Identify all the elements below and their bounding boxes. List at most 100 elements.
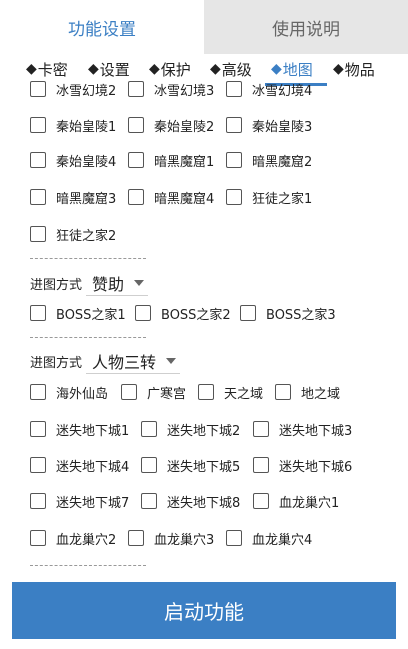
tab-function-settings[interactable]: 功能设置 [0,0,204,54]
map-label: 狂徒之家1 [252,191,313,207]
checkbox[interactable] [226,81,242,97]
checkbox[interactable] [275,384,291,400]
map-checkbox[interactable]: 迷失地下城1 [30,417,129,441]
subtab-settings[interactable]: ◆ 设置 [88,56,130,82]
subtab-label: 高级 [221,60,252,79]
map-label: 冰雪幻境2 [56,83,117,99]
checkbox[interactable] [30,384,46,400]
checkbox[interactable] [253,457,269,473]
diamond-icon: ◆ [333,61,344,77]
map-checkbox[interactable]: 迷失地下城8 [141,489,240,513]
map-checkbox[interactable]: 暗黑魔窟4 [128,185,214,209]
checkbox[interactable] [30,117,46,133]
map-checkbox[interactable]: 血龙巢穴2 [30,526,116,550]
map-checkbox[interactable]: 暗黑魔窟3 [30,185,116,209]
map-label: 迷失地下城6 [279,459,353,475]
dropdown-caret-icon [134,279,145,286]
map-checkbox[interactable]: 迷失地下城4 [30,453,129,477]
checkbox[interactable] [226,189,242,205]
map-checkbox[interactable]: 秦始皇陵4 [30,148,116,172]
section-divider [30,258,146,259]
subtab-label: 卡密 [37,60,68,79]
map-checkbox[interactable]: 迷失地下城2 [141,417,240,441]
checkbox[interactable] [30,152,46,168]
map-checkbox[interactable]: 秦始皇陵1 [30,113,116,137]
map-checkbox[interactable]: 狂徒之家2 [30,222,116,246]
map-label: BOSS之家3 [266,307,336,323]
boss-checkbox[interactable]: BOSS之家1 [30,301,126,325]
map-checkbox[interactable]: 冰雪幻境4 [226,80,312,101]
checkbox[interactable] [30,81,46,97]
checkbox[interactable] [30,226,46,242]
map-checkbox[interactable]: 暗黑魔窟1 [128,148,214,172]
checkbox[interactable] [121,384,137,400]
subtab-map[interactable]: ◆ 地图 [271,56,313,82]
map-checkbox[interactable]: 冰雪幻境2 [30,80,116,101]
map-label: 秦始皇陵1 [56,119,117,135]
map-label: 狂徒之家2 [56,228,117,244]
subtab-card-key[interactable]: ◆ 卡密 [26,56,68,82]
subtab-protect[interactable]: ◆ 保护 [149,56,191,82]
map-checkbox[interactable]: 迷失地下城5 [141,453,240,477]
tab-instructions[interactable]: 使用说明 [204,0,408,54]
checkbox[interactable] [30,189,46,205]
map-checkbox[interactable]: 狂徒之家1 [226,185,312,209]
checkbox[interactable] [30,530,46,546]
checkbox[interactable] [30,305,46,321]
checkbox[interactable] [240,305,256,321]
map-checkbox[interactable]: 天之域 [198,380,263,404]
subtab-advanced[interactable]: ◆ 高级 [210,56,252,82]
map-checkbox[interactable]: 血龙巢穴1 [253,489,339,513]
checkbox[interactable] [128,81,144,97]
entry-mode-select[interactable]: 人物三转 [86,349,181,374]
map-checkbox[interactable]: 血龙巢穴3 [128,526,214,550]
map-checkbox[interactable]: 迷失地下城6 [253,453,352,477]
map-checkbox[interactable]: 广寒宫 [121,380,186,404]
checkbox[interactable] [128,530,144,546]
checkbox[interactable] [141,421,157,437]
map-label: 迷失地下城5 [167,459,241,475]
checkbox[interactable] [135,305,151,321]
map-checkbox[interactable]: 暗黑魔窟2 [226,148,312,172]
diamond-icon: ◆ [26,61,37,77]
checkbox[interactable] [198,384,214,400]
map-label: 血龙巢穴4 [252,532,313,548]
checkbox[interactable] [30,493,46,509]
dropdown-caret-icon [166,357,177,364]
checkbox[interactable] [226,117,242,133]
map-label: BOSS之家2 [161,307,231,323]
map-checkbox[interactable]: 秦始皇陵2 [128,113,214,137]
checkbox[interactable] [128,152,144,168]
map-label: 海外仙岛 [56,386,109,402]
boss-checkbox[interactable]: BOSS之家2 [135,301,231,325]
map-checkbox[interactable]: 迷失地下城7 [30,489,129,513]
diamond-icon: ◆ [149,61,160,77]
map-checkbox[interactable]: 海外仙岛 [30,380,108,404]
checkbox[interactable] [128,117,144,133]
map-checkbox[interactable]: 地之域 [275,380,340,404]
map-label: 冰雪幻境3 [154,83,215,99]
map-checkbox[interactable]: 秦始皇陵3 [226,113,312,137]
checkbox[interactable] [253,493,269,509]
diamond-icon: ◆ [271,61,282,77]
map-label: 血龙巢穴1 [279,495,340,511]
map-label: 秦始皇陵2 [154,119,215,135]
map-label: 冰雪幻境4 [252,83,313,99]
checkbox[interactable] [141,457,157,473]
checkbox[interactable] [128,189,144,205]
checkbox[interactable] [226,152,242,168]
checkbox[interactable] [226,530,242,546]
entry-mode-select[interactable]: 赞助 [86,271,149,296]
boss-checkbox[interactable]: BOSS之家3 [240,301,336,325]
checkbox[interactable] [141,493,157,509]
map-checkbox[interactable]: 迷失地下城3 [253,417,352,441]
subtab-items[interactable]: ◆ 物品 [333,56,375,82]
start-function-button[interactable]: 启动功能 [12,582,396,639]
map-label: 迷失地下城8 [167,495,241,511]
checkbox[interactable] [30,421,46,437]
checkbox[interactable] [253,421,269,437]
checkbox[interactable] [30,457,46,473]
map-label: 迷失地下城4 [56,459,130,475]
map-checkbox[interactable]: 血龙巢穴4 [226,526,312,550]
map-checkbox[interactable]: 冰雪幻境3 [128,80,214,101]
